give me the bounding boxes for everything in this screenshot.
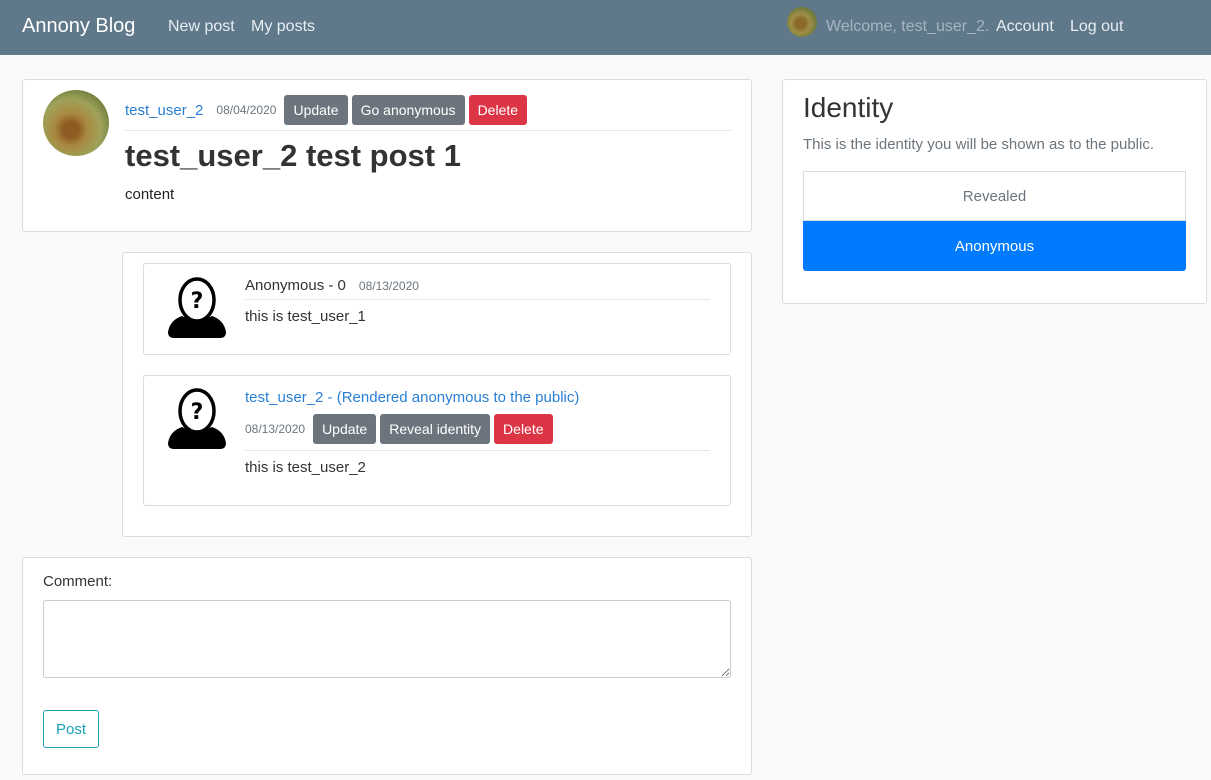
comment-label: Comment:: [43, 573, 113, 590]
post-date: 08/04/2020: [216, 103, 277, 117]
comment-item: ? test_user_2 - (Rendered anonymous to t…: [143, 375, 731, 506]
nav-my-posts[interactable]: My posts: [251, 18, 315, 36]
reveal-identity-button[interactable]: Reveal identity: [380, 414, 491, 444]
comment-text: this is test_user_2: [245, 459, 366, 476]
navbar: Annony Blog New post My posts Welcome, t…: [0, 0, 1211, 55]
comment-actions: 08/13/2020 Update Reveal identity Delete: [245, 414, 553, 444]
svg-text:?: ?: [191, 400, 204, 425]
comment-delete-button[interactable]: Delete: [494, 414, 553, 444]
nav-new-post[interactable]: New post: [168, 18, 235, 36]
comment-date: 08/13/2020: [245, 422, 306, 436]
comments-card: ? Anonymous - 0 08/13/2020 this is test_…: [122, 252, 752, 537]
brand-link[interactable]: Annony Blog: [22, 15, 135, 38]
post-delete-button[interactable]: Delete: [468, 95, 528, 125]
post-comment-button[interactable]: Post: [43, 710, 99, 748]
post-meta: test_user_2 08/04/2020 Update Go anonymo…: [125, 95, 528, 125]
anonymous-avatar-icon: ?: [168, 277, 226, 338]
identity-subtitle: This is the identity you will be shown a…: [803, 136, 1155, 153]
post-content: content: [125, 186, 175, 203]
identity-option-revealed[interactable]: Revealed: [803, 171, 1186, 221]
comment-date: 08/13/2020: [358, 278, 419, 293]
comment-update-button[interactable]: Update: [313, 414, 377, 444]
comment-divider: [245, 299, 710, 300]
anonymous-avatar-icon: ?: [168, 388, 226, 449]
nav-avatar: [787, 7, 817, 37]
svg-text:?: ?: [191, 289, 204, 314]
post-update-button[interactable]: Update: [284, 95, 348, 125]
comment-author: Anonymous - 0: [245, 277, 346, 294]
welcome-text: Welcome, test_user_2.: [826, 18, 990, 35]
post-card: test_user_2 08/04/2020 Update Go anonymo…: [22, 79, 752, 232]
comment-textarea[interactable]: [43, 600, 731, 678]
identity-title: Identity: [803, 92, 894, 123]
post-title: test_user_2 test post 1: [125, 138, 461, 173]
comment-meta: Anonymous - 0 08/13/2020: [245, 277, 423, 294]
go-anonymous-button[interactable]: Go anonymous: [351, 95, 465, 125]
nav-logout[interactable]: Log out: [1070, 18, 1123, 36]
identity-option-anonymous[interactable]: Anonymous: [803, 221, 1186, 271]
comment-item: ? Anonymous - 0 08/13/2020 this is test_…: [143, 263, 731, 355]
nav-account[interactable]: Account: [996, 18, 1054, 36]
comment-text: this is test_user_1: [245, 308, 366, 325]
comment-form: Comment: Post: [22, 557, 752, 775]
author-avatar: [43, 90, 109, 156]
comment-divider: [245, 450, 710, 451]
post-divider: [125, 130, 731, 131]
comment-author-link[interactable]: test_user_2 - (Rendered anonymous to the…: [245, 389, 579, 406]
post-author-link[interactable]: test_user_2: [125, 102, 203, 119]
identity-card: Identity This is the identity you will b…: [782, 79, 1207, 304]
